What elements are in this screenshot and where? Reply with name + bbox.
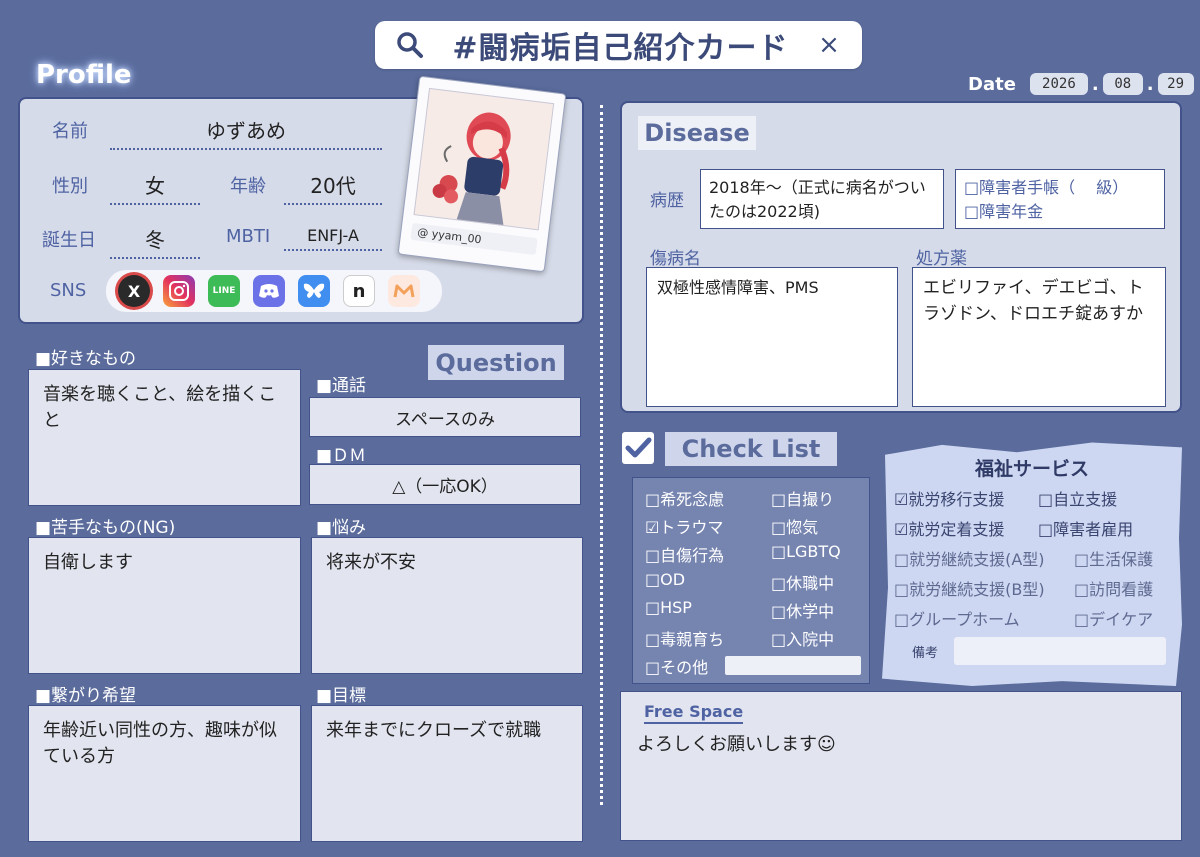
checklist-item[interactable]: □毒親育ち [645,626,724,650]
date-label: Date [968,73,1016,95]
handbook-box: □障害者手帳（ 級） □障害年金 [955,169,1165,229]
checklist-grid: □希死念慮 □自撮り ☑トラウマ □惚気 □自傷行為 □LGBTQ □OD □休… [632,477,870,684]
checklist-item[interactable]: □その他 [645,654,708,678]
likes-label: ■好きなもの [35,349,137,369]
medicine-label: 処方薬 [916,249,967,269]
other-input[interactable] [725,656,861,675]
dm-label: ■ＤＭ [316,446,367,466]
medicine-box: エビリファイ、デエビゴ、トラゾドン、ドロエチ錠あすか [912,267,1166,407]
connect-box: 年齢近い同性の方、趣味が似ている方 [28,705,301,842]
name-label: 名前 [52,121,88,142]
profile-photo-card: @ yyam_00 [397,75,567,273]
diagnosis-label: 傷病名 [650,249,701,269]
free-space-panel: Free Space よろしくお願いします☺ [620,691,1182,841]
handbook-checkbox[interactable]: □障害者手帳（ 級） [964,176,1156,200]
disease-panel: Disease 病歴 2018年〜（正式に病名がついたのは2022頃) □障害者… [620,101,1182,413]
note-input[interactable] [954,637,1166,665]
connect-label: ■繋がり希望 [35,686,137,706]
diagnosis-box: 双極性感情障害、PMS [646,267,898,407]
call-label: ■通話 [316,376,367,396]
checklist-item[interactable]: □自撮り [771,486,834,510]
search-bar[interactable]: #闘病垢自己紹介カード × [375,21,862,69]
birthday-value: 冬 [110,224,200,259]
welfare-item[interactable]: □訪問看護 [1074,576,1153,600]
avatar [413,87,555,231]
question-badge: Question [428,345,564,380]
history-box: 2018年〜（正式に病名がついたのは2022頃) [700,169,944,229]
age-label: 年齢 [230,176,266,197]
goal-box: 来年までにクローズで就職 [311,705,583,842]
free-space-text: よろしくお願いします☺ [637,734,836,755]
checklist-item[interactable]: □休学中 [771,598,834,622]
column-divider [600,105,603,805]
misskey-icon[interactable] [388,275,420,307]
x-icon[interactable]: X [118,275,150,307]
bluesky-icon[interactable] [298,275,330,307]
gender-label: 性別 [52,176,88,197]
checklist-item[interactable]: □LGBTQ [771,542,841,561]
checklist-item[interactable]: □自傷行為 [645,542,724,566]
age-value: 20代 [284,170,382,205]
close-icon[interactable]: × [814,30,844,60]
welfare-item[interactable]: □生活保護 [1074,546,1153,570]
date-year[interactable]: 2026 [1029,73,1088,95]
welfare-item[interactable]: □自立支援 [1038,486,1117,510]
checklist-item[interactable]: □OD [645,570,685,589]
likes-box: 音楽を聴くこと、絵を描くこと [28,369,301,506]
welfare-item[interactable]: □グループホーム [894,606,1020,630]
dm-box: △（一応OK） [309,464,581,505]
welfare-item[interactable]: □就労継続支援(A型) [894,546,1045,570]
free-space-title: Free Space [644,702,744,724]
search-query[interactable]: #闘病垢自己紹介カード [427,23,814,67]
discord-icon[interactable] [253,275,285,307]
disease-badge: Disease [638,116,756,150]
checkmark-icon [622,432,654,464]
date-separator: . [1091,73,1099,95]
note-label: 備考 [912,646,939,661]
history-label: 病歴 [650,191,684,211]
date-day[interactable]: 29 [1157,73,1194,95]
worry-label: ■悩み [316,518,367,538]
date-month[interactable]: 08 [1102,73,1143,95]
mbti-value: ENFJ-A [284,226,382,251]
dislikes-label: ■苦手なもの(NG) [35,518,176,538]
gender-value: 女 [110,170,200,205]
welfare-title: 福祉サービス [974,458,1089,480]
search-icon[interactable] [393,28,427,62]
goal-label: ■目標 [316,686,367,706]
welfare-panel: 福祉サービス ☑就労移行支援 □自立支援 ☑就労定着支援 □障害者雇用 □就労継… [882,442,1182,686]
pension-checkbox[interactable]: □障害年金 [964,200,1156,224]
checklist-item[interactable]: □入院中 [771,626,834,650]
checklist-item[interactable]: □惚気 [771,514,818,538]
checklist-item[interactable]: □休職中 [771,570,834,594]
profile-title: Profile [36,60,132,90]
note-icon[interactable]: n [343,275,375,307]
checklist-item[interactable]: ☑トラウマ [645,514,723,538]
name-value: ゆずあめ [110,115,382,150]
welfare-item[interactable]: □障害者雇用 [1038,516,1133,540]
checklist-badge: Check List [665,432,837,466]
birthday-label: 誕生日 [42,230,96,251]
checklist-item[interactable]: □HSP [645,598,692,617]
instagram-icon[interactable] [163,275,195,307]
dislikes-box: 自衛します [28,537,301,674]
sns-icon-bar: X LINE n [106,270,442,312]
date-area: Date 2026 . 08 . 29 [968,70,1194,98]
mbti-label: MBTI [226,226,271,247]
line-icon[interactable]: LINE [208,275,240,307]
welfare-item[interactable]: ☑就労移行支援 [894,486,1004,510]
welfare-item[interactable]: □デイケア [1074,606,1153,630]
worry-box: 将来が不安 [311,537,583,674]
call-box: スペースのみ [309,397,581,437]
welfare-item[interactable]: ☑就労定着支援 [894,516,1004,540]
checklist-item[interactable]: □希死念慮 [645,486,724,510]
date-separator: . [1146,73,1154,95]
sns-label: SNS [50,280,87,301]
welfare-item[interactable]: □就労継続支援(B型) [894,576,1045,600]
